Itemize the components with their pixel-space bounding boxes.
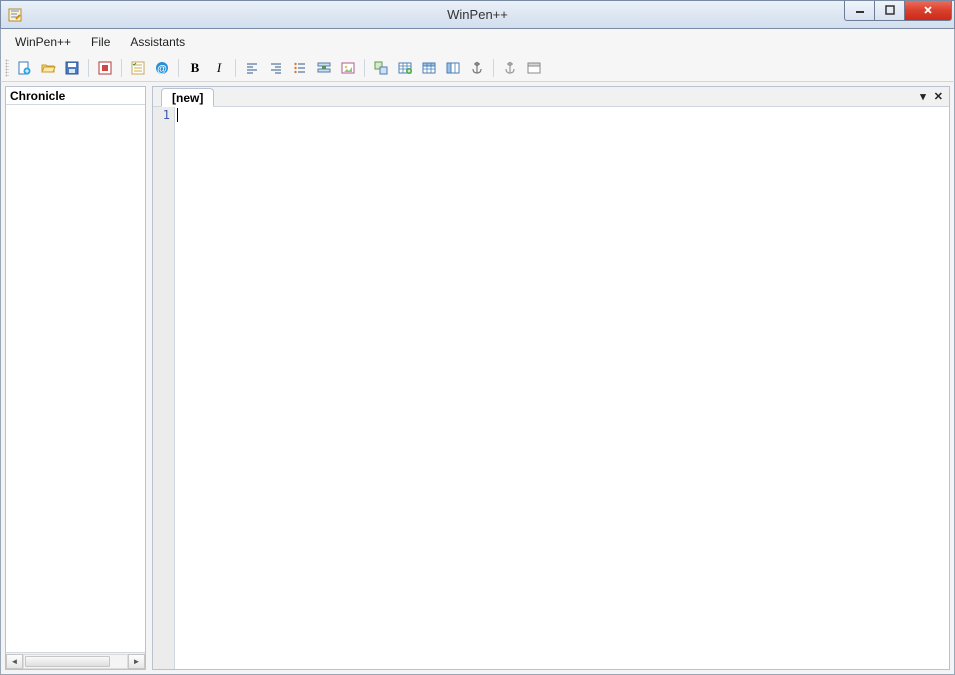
panel-icon[interactable] [523,57,545,79]
list-bullet-icon[interactable] [289,57,311,79]
toolbar-grip[interactable] [5,59,9,77]
toolbar-separator [121,59,122,77]
at-icon[interactable]: @ [151,57,173,79]
line-gutter: 1 [153,107,175,669]
save-icon[interactable] [61,57,83,79]
align-left-icon[interactable] [241,57,263,79]
checklist-icon[interactable] [127,57,149,79]
line-number: 1 [153,108,170,122]
content-area: Chronicle ◄ ► [new] ▾ ✕ 1 [0,82,955,675]
maximize-button[interactable] [874,1,905,21]
tabstrip: [new] ▾ ✕ [153,87,949,107]
italic-icon[interactable]: I [208,57,230,79]
window-controls [845,1,952,21]
editor[interactable]: 1 [153,107,949,669]
scroll-left-icon[interactable]: ◄ [6,654,23,669]
new-file-icon[interactable] [13,57,35,79]
toolbar-separator [88,59,89,77]
columns-icon[interactable] [442,57,464,79]
sidebar-body[interactable] [6,105,145,652]
svg-text:@: @ [157,64,167,75]
table-icon[interactable] [418,57,440,79]
text-caret [177,108,178,122]
align-right-icon[interactable] [265,57,287,79]
link-icon[interactable] [370,57,392,79]
app-icon [7,7,23,23]
window-title: WinPen++ [447,7,508,22]
toolbar: @ B I [0,54,955,82]
insert-row-icon[interactable] [313,57,335,79]
image-icon[interactable] [337,57,359,79]
tab-close-icon[interactable]: ✕ [934,90,943,103]
toolbar-separator [235,59,236,77]
stop-icon[interactable] [94,57,116,79]
scroll-thumb[interactable] [25,656,110,667]
anchor-icon[interactable] [466,57,488,79]
code-area[interactable] [175,107,949,669]
bold-icon[interactable]: B [184,57,206,79]
toolbar-separator [178,59,179,77]
scroll-track[interactable] [23,654,128,669]
scroll-right-icon[interactable]: ► [128,654,145,669]
toolbar-separator [364,59,365,77]
anchor-alt-icon[interactable] [499,57,521,79]
menu-assistants[interactable]: Assistants [120,31,195,53]
editor-area: [new] ▾ ✕ 1 [152,86,950,670]
menu-winpen[interactable]: WinPen++ [5,31,81,53]
titlebar: WinPen++ [0,0,955,29]
menu-file[interactable]: File [81,31,120,53]
sidebar-title: Chronicle [6,87,145,105]
tabstrip-controls: ▾ ✕ [920,87,949,106]
menubar: WinPen++ File Assistants [0,29,955,54]
toolbar-separator [493,59,494,77]
tab-new[interactable]: [new] [161,88,214,107]
minimize-button[interactable] [844,1,875,21]
tab-menu-icon[interactable]: ▾ [920,90,926,103]
close-button[interactable] [904,1,952,21]
open-folder-icon[interactable] [37,57,59,79]
table-insert-icon[interactable] [394,57,416,79]
sidebar-scrollbar[interactable]: ◄ ► [6,652,145,669]
sidebar: Chronicle ◄ ► [5,86,146,670]
